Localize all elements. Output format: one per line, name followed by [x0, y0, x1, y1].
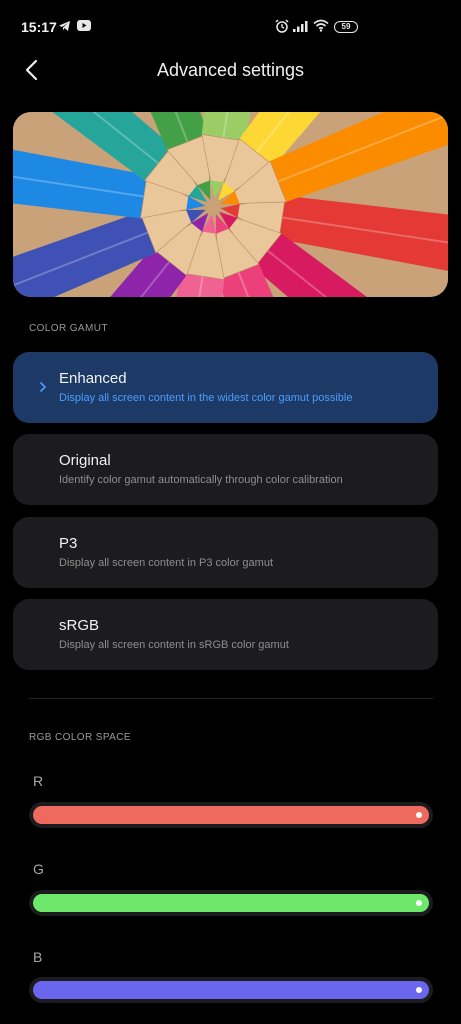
alarm-icon — [275, 19, 289, 33]
wifi-icon — [313, 19, 329, 32]
pencils-illustration — [13, 112, 448, 297]
slider-r[interactable] — [29, 802, 433, 828]
option-description: Identify color gamut automatically throu… — [59, 474, 343, 486]
battery-level: 59 — [341, 22, 351, 31]
slider-label-r: R — [33, 773, 44, 789]
option-title: Original — [59, 452, 111, 469]
slider-label-g: G — [33, 861, 44, 877]
option-description: Display all screen content in P3 color g… — [59, 557, 273, 569]
slider-fill — [33, 806, 429, 824]
slider-label-b: B — [33, 949, 43, 965]
option-title: Enhanced — [59, 370, 127, 387]
option-description: Display all screen content in the widest… — [59, 392, 353, 404]
slider-fill — [33, 894, 429, 912]
slider-thumb[interactable] — [416, 812, 422, 818]
status-time: 15:17 — [21, 19, 57, 35]
section-divider — [29, 698, 433, 699]
slider-fill — [33, 981, 429, 999]
gamut-option-enhanced[interactable]: Enhanced Display all screen content in t… — [13, 352, 438, 423]
gamut-option-original[interactable]: Original Identify color gamut automatica… — [13, 434, 438, 505]
slider-thumb[interactable] — [416, 987, 422, 993]
rgb-color-space-label: RGB COLOR SPACE — [29, 732, 131, 743]
slider-b[interactable] — [29, 977, 433, 1003]
chevron-right-icon — [40, 382, 47, 392]
notification-icons — [58, 20, 91, 32]
signal-icon — [293, 21, 308, 32]
header: Advanced settings — [0, 48, 461, 94]
gamut-option-p3[interactable]: P3 Display all screen content in P3 colo… — [13, 517, 438, 588]
youtube-icon — [77, 20, 91, 31]
telegram-icon — [59, 21, 70, 31]
color-gamut-label: COLOR GAMUT — [29, 323, 108, 334]
option-title: P3 — [59, 535, 78, 552]
slider-g[interactable] — [29, 890, 433, 916]
battery-icon: 59 — [334, 21, 358, 33]
colored-pencils-image — [13, 112, 448, 297]
option-description: Display all screen content in sRGB color… — [59, 639, 289, 651]
option-title: sRGB — [59, 617, 100, 634]
page-title: Advanced settings — [156, 60, 305, 80]
slider-thumb[interactable] — [416, 900, 422, 906]
gamut-option-srgb[interactable]: sRGB Display all screen content in sRGB … — [13, 599, 438, 670]
